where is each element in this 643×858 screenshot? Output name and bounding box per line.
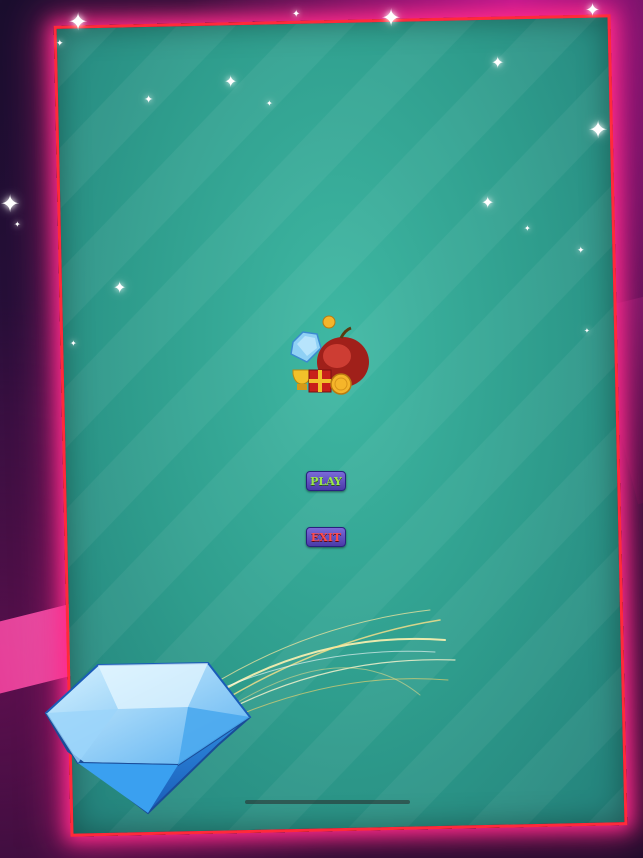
- sparkle-star-icon: ✦: [14, 220, 21, 229]
- sparkle-star-icon: ✦: [70, 339, 77, 348]
- home-indicator: [245, 800, 410, 804]
- sparkle-star-icon: ✦: [56, 39, 64, 49]
- sparkle-star-icon: ✦: [144, 93, 154, 106]
- exit-button[interactable]: EXIT: [306, 527, 346, 547]
- sparkle-star-icon: ✦: [584, 327, 590, 335]
- sparkle-star-icon: ✦: [224, 72, 238, 91]
- diamond-gem-icon: [44, 661, 252, 815]
- sparkle-star-icon: ✦: [577, 246, 585, 256]
- sparkle-star-icon: ✦: [381, 4, 402, 32]
- sparkle-star-icon: ✦: [266, 99, 273, 108]
- sparkle-star-icon: ✦: [0, 190, 21, 218]
- sparkle-star-icon: ✦: [491, 53, 505, 72]
- sparkle-star-icon: ✦: [481, 193, 495, 212]
- play-button[interactable]: PLAY: [306, 471, 346, 491]
- sparkle-star-icon: ✦: [113, 278, 127, 297]
- treasure-logo: [290, 315, 369, 395]
- sparkle-star-icon: ✦: [68, 8, 89, 36]
- sparkle-star-icon: ✦: [524, 224, 531, 233]
- sparkle-star-icon: ✦: [585, 0, 601, 21]
- sparkle-star-icon: ✦: [292, 9, 301, 20]
- sparkle-star-icon: ✦: [588, 116, 609, 144]
